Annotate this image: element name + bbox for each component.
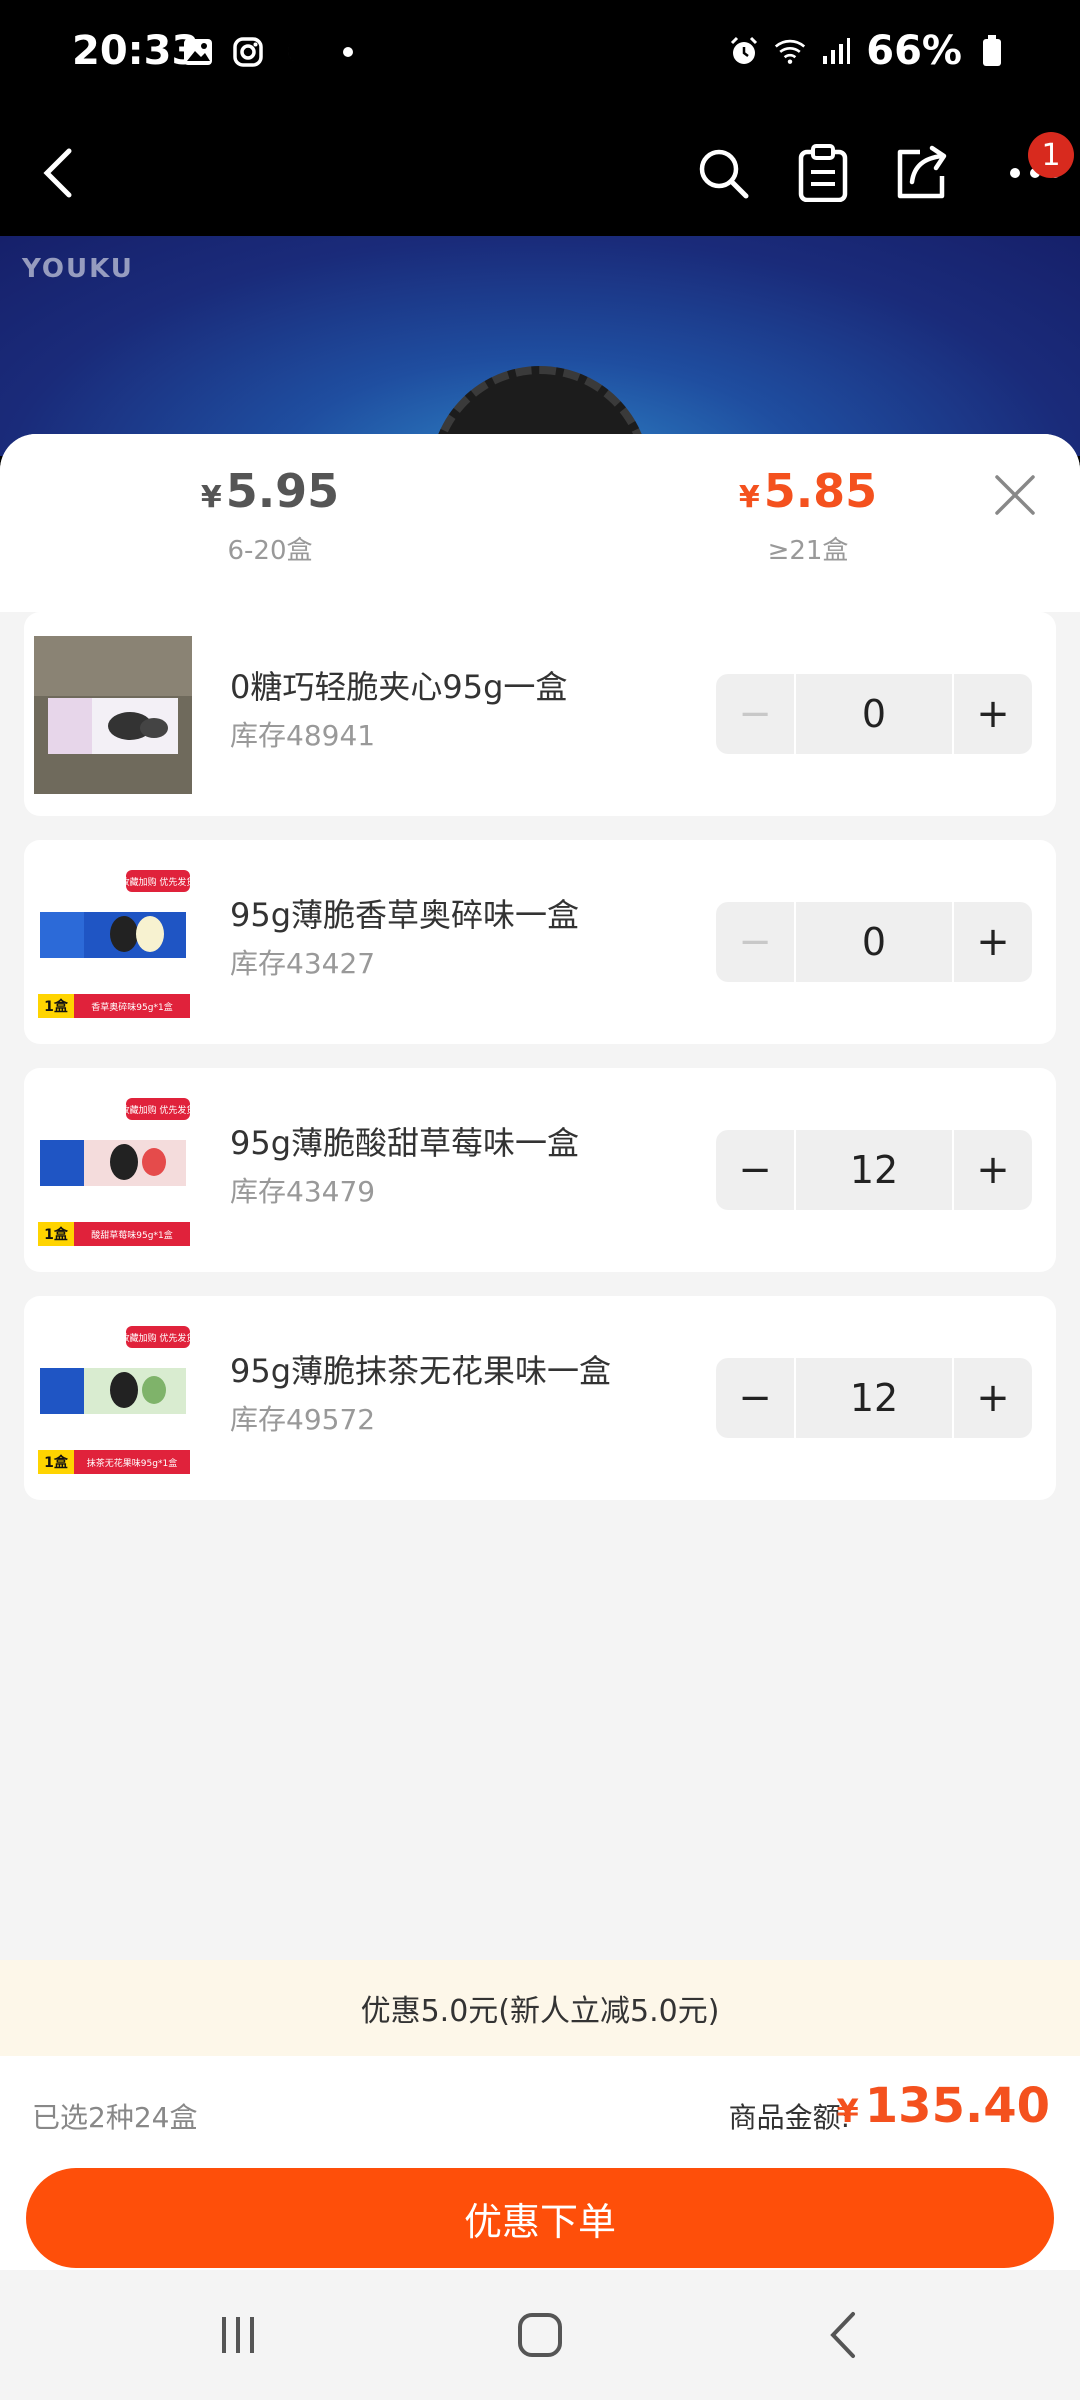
top-nav: 1 (0, 110, 1080, 236)
decrement-button[interactable]: − (716, 674, 794, 754)
item-stock: 库存48941 (230, 719, 376, 752)
decrement-button[interactable]: − (716, 1130, 794, 1210)
tier-range: 6-20盒 (227, 536, 313, 566)
place-order-button[interactable]: 优惠下单 (26, 2168, 1054, 2268)
home-icon (518, 2313, 562, 2357)
alarm-icon (728, 35, 760, 67)
quantity-stepper: − 12 + (716, 1130, 1032, 1210)
order-summary: 已选2种24盒 商品金额: ¥135.40 优惠下单 (0, 2056, 1080, 2270)
search-button[interactable] (678, 128, 768, 218)
price-tiers: ¥5.95 6-20盒 ¥5.85 ≥21盒 (0, 434, 1080, 612)
recent-apps-icon (222, 2317, 254, 2353)
quantity-stepper: − 12 + (716, 1358, 1032, 1438)
decrement-button[interactable]: − (716, 1358, 794, 1438)
price-tier-1: ¥5.95 6-20盒 (120, 464, 420, 567)
thumb-flavor-label: 酸甜草莓味95g*1盒 (91, 1229, 172, 1241)
product-thumbnail (34, 636, 192, 794)
promo-banner: 优惠5.0元(新人立减5.0元) (0, 1960, 1080, 2056)
currency-symbol: ¥ (738, 480, 760, 515)
total-amount: ¥135.40 (837, 2078, 1051, 2134)
quantity-value[interactable]: 12 (796, 1358, 952, 1438)
quantity-value[interactable]: 0 (796, 674, 952, 754)
status-system: 66% (728, 28, 1008, 74)
total-label: 商品金额: (728, 2101, 850, 2134)
system-back-button[interactable] (804, 2300, 884, 2370)
increment-button[interactable]: + (954, 902, 1032, 982)
status-time: 20:33 (72, 28, 200, 74)
item-stock: 库存43479 (230, 1175, 376, 1208)
item-name: 95g薄脆酸甜草莓味一盒 (230, 1124, 580, 1162)
decrement-button[interactable]: − (716, 902, 794, 982)
list-item: 收藏加购 优先发货 1盒 酸甜草莓味95g*1盒 95g薄脆酸甜草莓味一盒 库存… (24, 1068, 1056, 1272)
more-button[interactable]: 1 (990, 128, 1080, 218)
clipboard-button[interactable] (778, 128, 868, 218)
thumb-box-label: 1盒 (44, 1454, 69, 1471)
item-stock: 库存43427 (230, 947, 376, 980)
currency-symbol: ¥ (836, 2092, 859, 2130)
sku-sheet: ¥5.95 6-20盒 ¥5.85 ≥21盒 0糖巧轻脆夹心95g一盒 库存48… (0, 434, 1080, 2270)
battery-icon (976, 35, 1008, 67)
home-button[interactable] (500, 2300, 580, 2370)
battery-percent: 66% (866, 28, 962, 74)
quantity-value[interactable]: 0 (796, 902, 952, 982)
signal-icon (820, 35, 852, 67)
item-stock: 库存49572 (230, 1403, 376, 1436)
list-item: 0糖巧轻脆夹心95g一盒 库存48941 − 0 + (24, 612, 1056, 816)
share-icon (897, 145, 947, 199)
search-icon (699, 149, 749, 199)
item-name: 0糖巧轻脆夹心95g一盒 (230, 668, 568, 706)
close-button[interactable] (980, 460, 1050, 530)
tier-price: 5.95 (225, 464, 340, 518)
gallery-icon (182, 36, 214, 68)
currency-symbol: ¥ (200, 480, 222, 515)
product-thumbnail: 收藏加购 优先发货 1盒 酸甜草莓味95g*1盒 (34, 1092, 195, 1250)
recent-apps-button[interactable] (198, 2300, 278, 2370)
share-button[interactable] (876, 128, 966, 218)
youku-watermark: YOUKU (22, 254, 134, 284)
thumb-tag: 收藏加购 优先发货 (121, 876, 192, 888)
status-notifications (182, 36, 364, 68)
item-name: 95g薄脆香草奥碎味一盒 (230, 896, 580, 934)
increment-button[interactable]: + (954, 1130, 1032, 1210)
back-icon (830, 2312, 855, 2358)
total-value: 135.40 (864, 2078, 1050, 2134)
list-item: 收藏加购 优先发货 1盒 香草奥碎味95g*1盒 95g薄脆香草奥碎味一盒 库存… (24, 840, 1056, 1044)
thumb-box-label: 1盒 (44, 998, 69, 1015)
chevron-left-icon (43, 148, 72, 198)
quantity-value[interactable]: 12 (796, 1130, 952, 1210)
increment-button[interactable]: + (954, 1358, 1032, 1438)
selected-count: 已选2种24盒 (32, 2101, 198, 2134)
back-button[interactable] (14, 128, 104, 218)
thumb-flavor-label: 香草奥碎味95g*1盒 (91, 1001, 172, 1013)
quantity-stepper: − 0 + (716, 902, 1032, 982)
notification-badge: 1 (1028, 132, 1074, 178)
item-name: 95g薄脆抹茶无花果味一盒 (230, 1352, 612, 1390)
clipboard-icon (798, 144, 848, 202)
product-thumbnail: 收藏加购 优先发货 1盒 香草奥碎味95g*1盒 (34, 864, 195, 1022)
instagram-icon (232, 36, 264, 68)
price-tier-2: ¥5.85 ≥21盒 (658, 464, 958, 567)
status-bar: 20:33 66% (0, 0, 1080, 110)
dot-icon (332, 36, 364, 68)
system-nav-bar (0, 2270, 1080, 2400)
thumb-tag: 收藏加购 优先发货 (121, 1332, 192, 1344)
thumb-tag: 收藏加购 优先发货 (121, 1104, 192, 1116)
close-icon (995, 475, 1035, 515)
increment-button[interactable]: + (954, 674, 1032, 754)
product-thumbnail: 收藏加购 优先发货 1盒 抹茶无花果味95g*1盒 (34, 1320, 195, 1478)
quantity-stepper: − 0 + (716, 674, 1032, 754)
tier-price: 5.85 (763, 464, 878, 518)
tier-range: ≥21盒 (767, 536, 849, 566)
thumb-flavor-label: 抹茶无花果味95g*1盒 (87, 1457, 177, 1469)
moon-icon (282, 36, 314, 68)
thumb-box-label: 1盒 (44, 1226, 69, 1243)
list-item: 收藏加购 优先发货 1盒 抹茶无花果味95g*1盒 95g薄脆抹茶无花果味一盒 … (24, 1296, 1056, 1500)
product-banner: YOUKU (0, 236, 1080, 456)
wifi-icon (774, 35, 806, 67)
